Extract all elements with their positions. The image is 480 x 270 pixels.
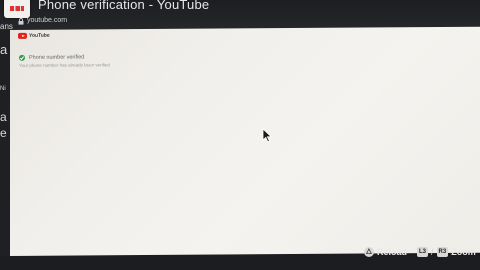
- window-title: Phone verification - YouTube: [38, 0, 210, 12]
- web-page: YouTube Phone number verified Your phone…: [10, 26, 480, 256]
- title-bar: Phone verification - YouTube youtube.com: [0, 0, 480, 30]
- reload-label: Reload: [377, 247, 408, 257]
- app-icon-graphic: [10, 6, 24, 11]
- mouse-cursor-icon: [262, 128, 272, 143]
- youtube-logo-text: YouTube: [29, 32, 50, 39]
- verification-description: Your phone number has already been verif…: [19, 62, 110, 68]
- reload-hint[interactable]: △ Reload: [364, 247, 407, 257]
- url-bar[interactable]: youtube.com: [18, 17, 68, 25]
- zoom-separator: /: [431, 247, 434, 257]
- youtube-app-icon: [4, 0, 30, 18]
- l3-button-icon: L3: [417, 247, 429, 257]
- r3-button-icon: R3: [436, 247, 449, 257]
- background-text-fragment: Ni: [0, 86, 6, 92]
- controller-hint-bar: [0, 256, 480, 270]
- youtube-play-icon: [18, 32, 27, 39]
- screen: Phone verification - YouTube youtube.com…: [0, 0, 480, 270]
- lock-icon: [18, 17, 24, 25]
- background-text-fragment: a: [0, 42, 8, 57]
- background-text-fragment: a: [0, 110, 7, 124]
- zoom-label: Zoom: [451, 247, 476, 257]
- zoom-hint[interactable]: L3 / R3 Zoom: [417, 247, 476, 257]
- background-window-strip: [0, 30, 10, 256]
- url-text: youtube.com: [27, 17, 68, 24]
- youtube-logo[interactable]: YouTube: [18, 33, 50, 39]
- background-text-fragment: e: [0, 126, 7, 140]
- verification-title: Phone number verified: [29, 54, 85, 61]
- triangle-button-icon: △: [364, 247, 374, 257]
- verification-status: Phone number verified: [19, 54, 85, 61]
- check-circle-icon: [19, 54, 25, 61]
